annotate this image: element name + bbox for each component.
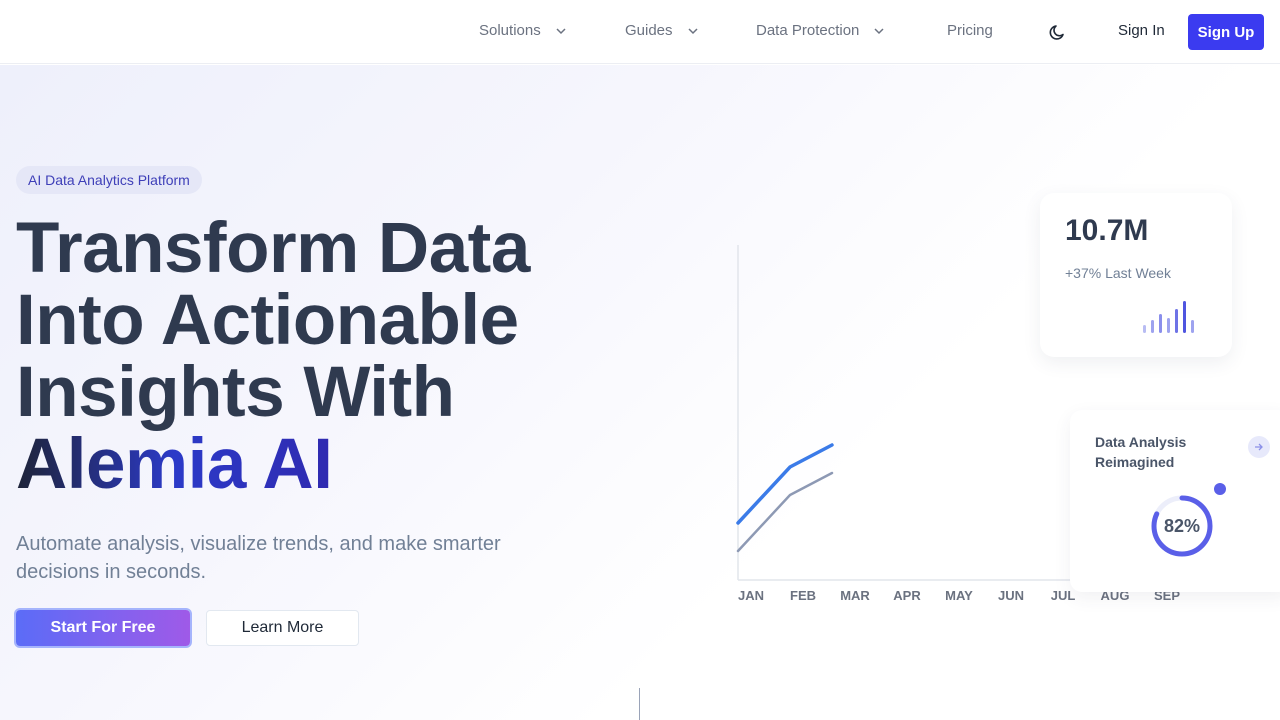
analysis-title-line: Data Analysis bbox=[1095, 434, 1187, 450]
progress-percent: 82% bbox=[1163, 515, 1201, 536]
mini-bar-chart bbox=[1143, 301, 1194, 333]
nav-solutions[interactable]: Solutions bbox=[479, 22, 567, 39]
month-label: MAR bbox=[840, 588, 870, 603]
chart-line-primary bbox=[736, 443, 834, 525]
month-label: MAY bbox=[945, 588, 973, 603]
hero-subtitle: Automate analysis, visualize trends, and… bbox=[16, 533, 501, 583]
learn-more-button[interactable]: Learn More bbox=[206, 610, 359, 646]
analysis-card: Data Analysis Reimagined 82% bbox=[1070, 410, 1280, 592]
moon-icon[interactable] bbox=[1048, 22, 1068, 42]
month-label: APR bbox=[893, 588, 921, 603]
platform-badge: AI Data Analytics Platform bbox=[16, 166, 202, 194]
analysis-title-line: Reimagined bbox=[1095, 454, 1175, 470]
scroll-indicator bbox=[639, 688, 640, 720]
start-for-free-button[interactable]: Start For Free bbox=[16, 610, 190, 646]
nav-pricing-label: Pricing bbox=[947, 22, 993, 39]
analysis-title: Data Analysis Reimagined bbox=[1095, 432, 1205, 472]
nav-solutions-label: Solutions bbox=[479, 22, 541, 39]
nav-guides-label: Guides bbox=[625, 22, 673, 39]
chevron-down-icon bbox=[556, 27, 566, 34]
next-arrow-button[interactable] bbox=[1248, 436, 1270, 458]
nav-guides[interactable]: Guides bbox=[625, 22, 699, 39]
month-label: JAN bbox=[737, 588, 764, 603]
month-label: FEB bbox=[790, 588, 816, 603]
nav-data-protection[interactable]: Data Protection bbox=[756, 22, 885, 39]
headline-line: Into Actionable bbox=[16, 281, 519, 360]
headline-line: Insights With bbox=[16, 353, 455, 432]
sign-up-button[interactable]: Sign Up bbox=[1188, 14, 1264, 50]
nav-pricing[interactable]: Pricing bbox=[947, 22, 993, 39]
arrow-right-icon bbox=[1255, 443, 1263, 451]
hero-headline: Transform Data Into Actionable Insights … bbox=[16, 213, 656, 501]
chart-line-secondary bbox=[736, 471, 834, 553]
indicator-dot bbox=[1214, 483, 1226, 495]
top-navigation: Solutions Guides Data Protection Pricing… bbox=[0, 0, 1280, 64]
chevron-down-icon bbox=[688, 27, 698, 34]
month-label: JUN bbox=[997, 588, 1024, 603]
nav-data-protection-label: Data Protection bbox=[756, 22, 860, 39]
headline-brand: Alemia AI bbox=[16, 425, 333, 504]
headline-line: Transform Data bbox=[16, 209, 530, 288]
stat-value: 10.7M bbox=[1065, 214, 1149, 247]
hero-section: AI Data Analytics Platform Transform Dat… bbox=[0, 65, 1280, 720]
stat-card: 10.7M +37% Last Week bbox=[1040, 193, 1232, 357]
sign-in-link[interactable]: Sign In bbox=[1118, 22, 1165, 39]
chevron-down-icon bbox=[874, 27, 884, 34]
stat-delta: +37% Last Week bbox=[1065, 265, 1171, 281]
